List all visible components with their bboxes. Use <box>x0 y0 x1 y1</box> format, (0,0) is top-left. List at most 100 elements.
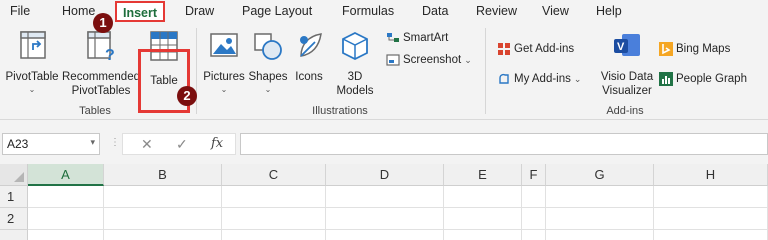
cell[interactable] <box>522 186 546 208</box>
name-box[interactable]: A23 ▾ <box>2 133 100 155</box>
row-header-2[interactable]: 2 <box>0 208 28 230</box>
insert-function-icon[interactable]: fx <box>211 136 223 151</box>
cell[interactable] <box>222 186 326 208</box>
cell[interactable] <box>28 186 104 208</box>
icons-icon <box>300 33 322 57</box>
screenshot-button[interactable]: Screenshot ⌄ <box>386 54 472 66</box>
cell[interactable] <box>522 208 546 230</box>
cell[interactable] <box>522 230 546 240</box>
bing-maps-label: Bing Maps <box>676 43 731 55</box>
tab-data[interactable]: Data <box>422 4 448 18</box>
tab-page-layout[interactable]: Page Layout <box>242 4 312 18</box>
cell[interactable] <box>104 208 222 230</box>
ribbon-tab-bar: File Home Insert Draw Page Layout Formul… <box>0 0 768 22</box>
row-header-3[interactable] <box>0 230 28 240</box>
3d-models-label-line2: Models <box>336 85 374 97</box>
chevron-down-icon: ⌄ <box>264 85 272 94</box>
worksheet-grid: A B C D E F G H 1 2 <box>0 164 768 240</box>
pivottable-button[interactable]: PivotTable ⌄ <box>2 28 62 94</box>
row-header-1[interactable]: 1 <box>0 186 28 208</box>
cell[interactable] <box>546 208 654 230</box>
column-header-c[interactable]: C <box>222 164 326 186</box>
cell[interactable] <box>222 208 326 230</box>
cell[interactable] <box>546 230 654 240</box>
cell[interactable] <box>104 230 222 240</box>
smartart-icon <box>387 33 399 42</box>
cell[interactable] <box>222 230 326 240</box>
pivottable-label: PivotTable <box>5 71 59 83</box>
cell[interactable] <box>326 186 444 208</box>
get-addins-button[interactable]: Get Add-ins <box>497 42 574 56</box>
column-header-f[interactable]: F <box>522 164 546 186</box>
chevron-down-icon: ⌄ <box>464 54 472 65</box>
more-options-icon[interactable]: ⋮ <box>110 137 120 148</box>
select-all-corner[interactable] <box>0 164 28 186</box>
column-header-g[interactable]: G <box>546 164 654 186</box>
people-graph-icon <box>659 72 673 86</box>
column-header-e[interactable]: E <box>444 164 522 186</box>
recommended-label-line1: Recommended <box>62 71 140 83</box>
cell[interactable] <box>654 186 768 208</box>
tab-insert[interactable]: Insert <box>115 1 165 22</box>
visio-label-line1: Visio Data <box>600 71 654 83</box>
column-header-b[interactable]: B <box>104 164 222 186</box>
pictures-button[interactable]: Pictures ⌄ <box>202 28 246 98</box>
recommended-pivottables-icon: ? <box>87 31 115 62</box>
tab-formulas[interactable]: Formulas <box>342 4 394 18</box>
my-addins-icon <box>499 73 509 84</box>
3d-cube-icon <box>342 31 368 61</box>
visio-data-visualizer-button[interactable]: V Visio Data Visualizer <box>598 28 656 104</box>
group-divider <box>196 28 197 114</box>
step-badge-1: 1 <box>93 13 113 33</box>
recommended-pivottables-button[interactable]: ? Recommended PivotTables <box>62 28 140 98</box>
svg-text:?: ? <box>105 47 115 62</box>
svg-text:V: V <box>617 41 625 53</box>
cell[interactable] <box>28 230 104 240</box>
bing-maps-button[interactable]: Bing Maps <box>659 42 730 56</box>
enter-icon[interactable]: ✓ <box>176 136 188 153</box>
cell[interactable] <box>326 208 444 230</box>
column-header-h[interactable]: H <box>654 164 768 186</box>
cell[interactable] <box>654 230 768 240</box>
cell[interactable] <box>444 230 522 240</box>
recommended-label-line2: PivotTables <box>71 85 131 97</box>
tab-file[interactable]: File <box>10 4 30 18</box>
shapes-button[interactable]: Shapes ⌄ <box>247 28 289 98</box>
step-badge-2: 2 <box>177 86 197 106</box>
chevron-down-icon: ⌄ <box>28 85 36 94</box>
get-addins-label: Get Add-ins <box>514 43 575 55</box>
screenshot-label: Screenshot <box>403 54 462 66</box>
3d-models-button[interactable]: 3D Models <box>332 28 378 104</box>
cancel-icon[interactable]: ✕ <box>141 136 153 153</box>
cell[interactable] <box>28 208 104 230</box>
my-addins-label: My Add-ins <box>514 73 571 85</box>
visio-label-line2: Visualizer <box>602 85 652 97</box>
visio-icon: V <box>614 34 640 56</box>
addins-group-label: Add-ins <box>606 105 644 117</box>
cell[interactable] <box>326 230 444 240</box>
chevron-down-icon: ⌄ <box>220 85 228 94</box>
tab-view[interactable]: View <box>542 4 569 18</box>
column-header-a[interactable]: A <box>28 164 104 186</box>
cell[interactable] <box>104 186 222 208</box>
people-graph-button[interactable]: People Graph <box>659 72 747 86</box>
chevron-down-icon[interactable]: ▾ <box>90 137 95 148</box>
shapes-label: Shapes <box>248 71 288 83</box>
pictures-icon <box>210 33 238 57</box>
smartart-button[interactable]: SmartArt <box>386 32 448 44</box>
cell[interactable] <box>654 208 768 230</box>
tab-review[interactable]: Review <box>476 4 517 18</box>
cell[interactable] <box>444 208 522 230</box>
cell[interactable] <box>444 186 522 208</box>
formula-input[interactable] <box>240 133 768 155</box>
tab-help[interactable]: Help <box>596 4 622 18</box>
icons-label: Icons <box>295 71 323 83</box>
cell[interactable] <box>546 186 654 208</box>
select-all-icon <box>14 172 24 182</box>
icons-button[interactable]: Icons <box>291 28 327 98</box>
my-addins-button[interactable]: My Add-ins ⌄ <box>497 72 581 86</box>
pivottable-icon <box>20 31 46 59</box>
tab-home[interactable]: Home <box>62 4 95 18</box>
column-header-d[interactable]: D <box>326 164 444 186</box>
tab-draw[interactable]: Draw <box>185 4 214 18</box>
